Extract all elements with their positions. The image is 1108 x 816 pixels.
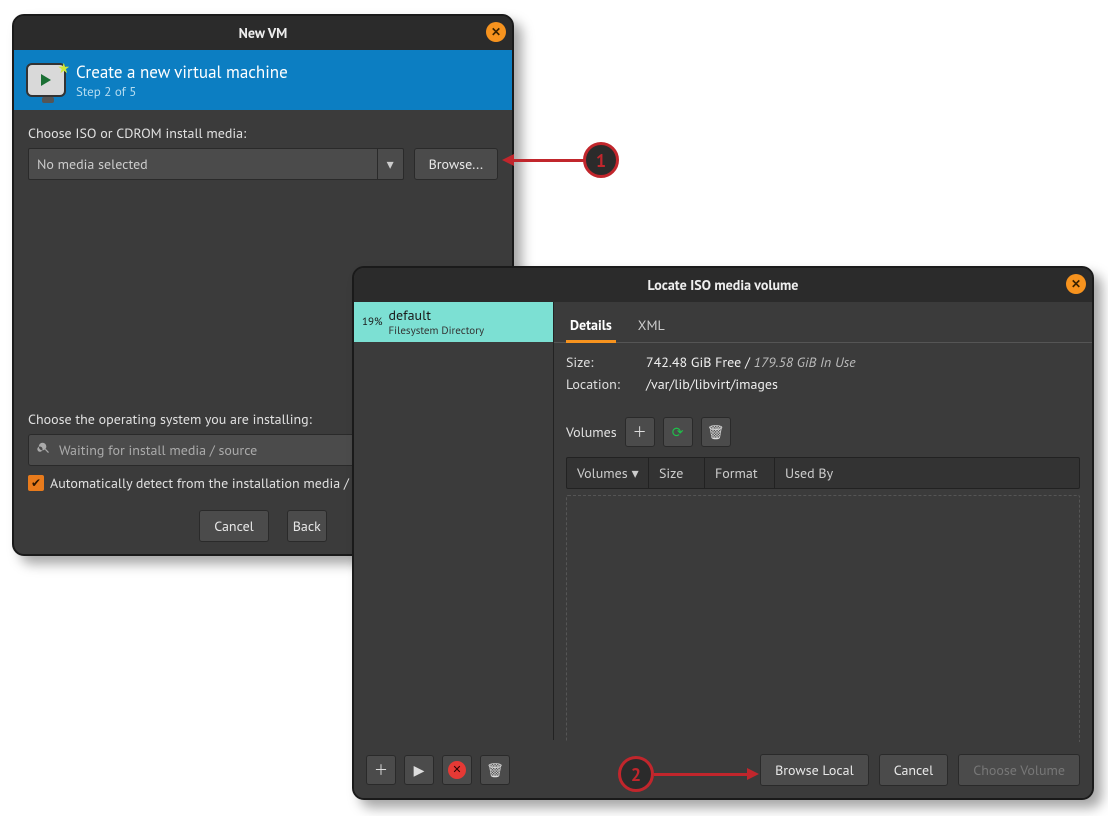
col-size[interactable]: Size: [649, 458, 705, 488]
stop-icon: ✕: [448, 761, 466, 779]
delete-volume-button[interactable]: 🗑: [701, 417, 731, 447]
sort-desc-icon: ▾: [632, 464, 639, 482]
volume-table-body: [566, 495, 1080, 767]
stop-pool-button[interactable]: ✕: [442, 755, 472, 785]
details-pane: Details XML Size: 742.48 GiB Free / 179.…: [554, 302, 1092, 740]
browse-local-button[interactable]: Browse Local: [760, 754, 869, 786]
tab-details[interactable]: Details: [566, 310, 616, 343]
start-pool-button[interactable]: ▶: [404, 755, 434, 785]
tab-xml[interactable]: XML: [634, 310, 669, 342]
monitor-icon: ★: [26, 63, 66, 97]
cancel-button[interactable]: Cancel: [879, 754, 949, 786]
trash-icon: 🗑: [486, 761, 504, 779]
size-label: Size:: [566, 353, 636, 371]
wizard-title: Create a new virtual machine: [76, 61, 288, 83]
back-button[interactable]: Back: [287, 510, 327, 542]
annotation-circle-1: 1: [583, 142, 619, 178]
locate-iso-dialog: Locate ISO media volume ✕ 19% default Fi…: [352, 266, 1094, 800]
search-icon: [37, 441, 51, 459]
media-combo[interactable]: No media selected ▾: [28, 148, 404, 180]
size-free: 742.48 GiB Free: [646, 353, 741, 371]
chevron-down-icon: ▾: [377, 149, 403, 179]
play-icon: ▶: [414, 761, 425, 779]
add-pool-button[interactable]: ＋: [366, 755, 396, 785]
browse-button[interactable]: Browse...: [414, 148, 498, 180]
new-vm-title: New VM: [239, 24, 288, 42]
close-icon[interactable]: ✕: [486, 22, 506, 42]
pool-item-default[interactable]: 19% default Filesystem Directory: [354, 302, 553, 342]
checkbox-checked-icon: ✔: [28, 475, 44, 491]
annotation-circle-2: 2: [618, 756, 654, 792]
pool-name: default: [389, 306, 431, 324]
arrow-left-icon: [502, 154, 514, 166]
delete-pool-button[interactable]: 🗑: [480, 755, 510, 785]
location-value: /var/lib/libvirt/images: [646, 375, 778, 393]
plus-icon: ＋: [374, 760, 388, 780]
col-usedby[interactable]: Used By: [775, 458, 1079, 488]
media-combo-text: No media selected: [37, 155, 148, 173]
new-vm-titlebar: New VM ✕: [14, 16, 512, 50]
location-label: Location:: [566, 375, 636, 393]
refresh-icon: ⟳: [672, 423, 684, 441]
add-volume-button[interactable]: ＋: [625, 417, 655, 447]
locate-iso-title: Locate ISO media volume: [648, 276, 799, 294]
cancel-button[interactable]: Cancel: [199, 510, 269, 542]
col-format[interactable]: Format: [705, 458, 775, 488]
wizard-banner: ★ Create a new virtual machine Step 2 of…: [14, 50, 512, 110]
volumes-label: Volumes: [566, 423, 617, 441]
annotation-arrow-1: [513, 159, 585, 162]
close-icon[interactable]: ✕: [1066, 274, 1086, 294]
pool-percent: 19%: [362, 315, 383, 329]
autodetect-label: Automatically detect from the installati…: [50, 474, 391, 492]
choose-media-label: Choose ISO or CDROM install media:: [28, 124, 498, 142]
pool-type: Filesystem Directory: [389, 324, 485, 338]
col-volumes[interactable]: Volumes▾: [567, 458, 649, 488]
annotation-arrow-2: [654, 773, 748, 776]
size-inuse: 179.58 GiB In Use: [754, 353, 856, 371]
pool-list: 19% default Filesystem Directory: [354, 302, 554, 740]
wizard-step: Step 2 of 5: [76, 83, 288, 100]
choose-volume-button[interactable]: Choose Volume: [958, 754, 1080, 786]
volume-table-header: Volumes▾ Size Format Used By: [566, 457, 1080, 489]
arrow-right-icon: [747, 768, 759, 780]
os-search-placeholder: Waiting for install media / source: [59, 441, 257, 459]
refresh-volume-button[interactable]: ⟳: [663, 417, 693, 447]
locate-iso-titlebar: Locate ISO media volume ✕: [354, 268, 1092, 302]
trash-icon: 🗑: [707, 423, 725, 441]
plus-icon: ＋: [633, 422, 647, 442]
